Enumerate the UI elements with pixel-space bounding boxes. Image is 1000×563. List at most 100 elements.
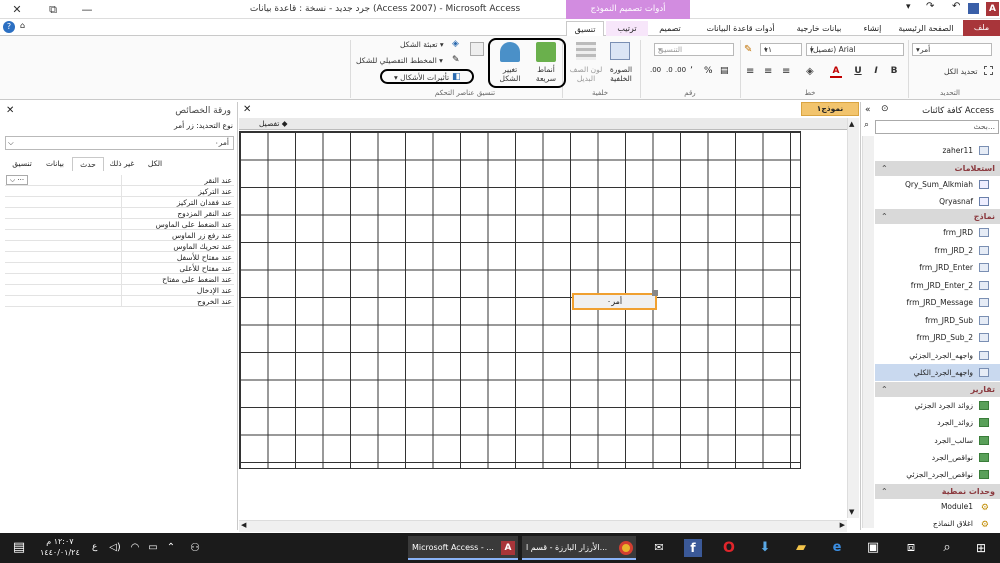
- format-painter-icon[interactable]: ✎: [744, 44, 752, 55]
- facebook-icon[interactable]: f: [684, 539, 702, 557]
- tab-other[interactable]: غير ذلك: [105, 157, 139, 171]
- align-left-icon[interactable]: ≡: [746, 66, 754, 77]
- vertical-scrollbar[interactable]: ▲ ▼: [847, 118, 859, 518]
- number-format-combo[interactable]: التنسيق ▾: [654, 43, 734, 56]
- nav-search-input[interactable]: بحث...: [875, 120, 999, 134]
- tab-all[interactable]: الكل: [140, 157, 170, 171]
- tab-format-props[interactable]: تنسيق: [5, 157, 39, 171]
- property-row[interactable]: ⌵ ··· عند النقر: [5, 175, 234, 186]
- property-row[interactable]: عند الضغط على مفتاح: [5, 274, 234, 285]
- nav-group-forms[interactable]: نماذج ⌃: [875, 209, 1000, 224]
- nav-module-item[interactable]: اغلاق النماذج ⚙: [875, 515, 1000, 532]
- nav-query-item[interactable]: Qryasnaf: [875, 193, 1000, 210]
- alt-row-color-icon[interactable]: [576, 42, 596, 60]
- tab-create[interactable]: إنشاء: [855, 21, 890, 36]
- underline-button[interactable]: U: [852, 66, 864, 76]
- collapse-nav-icon[interactable]: «: [865, 105, 871, 115]
- scroll-left-icon[interactable]: ◀: [241, 521, 246, 529]
- nav-menu-icon[interactable]: ⊙: [881, 104, 889, 114]
- download-icon[interactable]: ⬇: [756, 539, 774, 557]
- bold-button[interactable]: B: [888, 66, 900, 76]
- search-icon[interactable]: ⌕: [864, 120, 869, 130]
- nav-form-item[interactable]: frm_JRD_2: [875, 242, 1000, 259]
- clock[interactable]: ١٢:٠٧ م ١٤٤٠/٠١/٢٤: [40, 536, 80, 558]
- nav-report-item[interactable]: نواقص_الجرد_الجزئي: [875, 466, 1000, 483]
- nav-report-item[interactable]: سالب_الجرد: [875, 432, 1000, 449]
- wifi-icon[interactable]: ◠: [126, 539, 144, 557]
- nav-form-item-selected[interactable]: واجهه_الجرد_الكلي: [875, 364, 1000, 381]
- battery-icon[interactable]: ▭: [144, 539, 162, 557]
- save-icon[interactable]: [968, 3, 979, 14]
- percent-button[interactable]: %: [704, 66, 713, 76]
- alt-row-color-button[interactable]: لون الصف البديل: [566, 65, 606, 83]
- mail-icon[interactable]: ✉: [650, 539, 668, 557]
- fill-color-icon[interactable]: ◈: [806, 66, 814, 77]
- restore-window-button[interactable]: ⧉: [38, 0, 68, 19]
- object-combo[interactable]: أمر٠ ▾: [912, 43, 992, 56]
- nav-query-item[interactable]: Qry_Sum_Alkmiah: [875, 176, 1000, 193]
- property-row[interactable]: عند مفتاح للأسفل: [5, 252, 234, 263]
- notifications-icon[interactable]: ▤: [10, 539, 28, 557]
- currency-icon[interactable]: ▤: [720, 66, 729, 76]
- decrease-decimal-icon[interactable]: .00: [650, 66, 661, 74]
- close-document-icon[interactable]: ✕: [243, 104, 251, 115]
- start-icon[interactable]: ⊞: [972, 539, 990, 557]
- scroll-down-icon[interactable]: ▼: [849, 508, 854, 516]
- tab-design[interactable]: تصميم: [650, 21, 690, 36]
- property-row[interactable]: عند تحريك الماوس: [5, 241, 234, 252]
- font-color-button[interactable]: A: [830, 66, 842, 78]
- move-handle[interactable]: [652, 290, 658, 296]
- property-row[interactable]: عند مفتاح للأعلى: [5, 263, 234, 274]
- edge-icon[interactable]: e: [828, 539, 846, 557]
- scroll-up-icon[interactable]: ▲: [849, 120, 854, 128]
- close-window-button[interactable]: ✕: [2, 0, 32, 19]
- nav-form-item[interactable]: frm_JRD_Sub: [875, 312, 1000, 329]
- align-center-icon[interactable]: ≡: [764, 66, 772, 77]
- horizontal-scrollbar[interactable]: ◀ ▶: [239, 520, 847, 532]
- property-row[interactable]: عند الخروج: [5, 296, 234, 307]
- nav-group-reports[interactable]: تقارير ⌃: [875, 382, 1000, 397]
- nav-group-queries[interactable]: استعلامات ⌃: [875, 161, 1000, 176]
- nav-report-item[interactable]: نواقص_الجرد: [875, 449, 1000, 466]
- collapse-ribbon-icon[interactable]: ⌂: [20, 21, 25, 30]
- nav-form-item[interactable]: frm_JRD_Enter_2: [875, 277, 1000, 294]
- shape-fill-button[interactable]: تعبئة الشكل ▾: [400, 40, 444, 49]
- shape-outline-button[interactable]: المخطط التفصيلي للشكل ▾: [356, 56, 443, 65]
- nav-report-item[interactable]: زوائد_الجرد: [875, 414, 1000, 431]
- tab-arrange[interactable]: ترتيب: [606, 21, 648, 36]
- minimize-window-button[interactable]: —: [72, 0, 102, 19]
- command-button-control[interactable]: أمر٠: [572, 293, 657, 310]
- undo-icon[interactable]: ↶: [952, 1, 960, 12]
- increase-decimal-icon[interactable]: .0 .00: [666, 66, 686, 74]
- select-all-button[interactable]: تحديد الكل: [944, 67, 977, 76]
- property-row[interactable]: عند رفع زر الماوس: [5, 230, 234, 241]
- comma-button[interactable]: ٬: [690, 66, 693, 76]
- customize-toolbar-icon[interactable]: ▾: [906, 2, 911, 12]
- section-bar[interactable]: تفصيل ◆: [239, 118, 847, 130]
- selected-object-combo[interactable]: أمر٠ ⌵: [5, 136, 234, 150]
- nav-scrollbar[interactable]: [862, 136, 874, 528]
- volume-icon[interactable]: ◁): [106, 539, 124, 557]
- tab-home[interactable]: الصفحة الرئيسية: [893, 21, 959, 36]
- nav-form-item[interactable]: frm_JRD: [875, 224, 1000, 241]
- font-size-combo[interactable]: ١١ ▾: [760, 43, 802, 56]
- builder-button[interactable]: ⌵ ···: [6, 175, 28, 185]
- help-icon[interactable]: ?: [3, 21, 15, 33]
- file-explorer-icon[interactable]: ▰: [792, 539, 810, 557]
- italic-button[interactable]: I: [870, 66, 882, 76]
- scroll-right-icon[interactable]: ▶: [840, 521, 845, 529]
- tab-database-tools[interactable]: أدوات قاعدة البيانات: [698, 21, 783, 36]
- background-image-button[interactable]: الصورة الخلفية: [606, 65, 636, 83]
- conditional-format-icon[interactable]: [470, 42, 484, 56]
- background-image-icon[interactable]: [610, 42, 630, 60]
- language-indicator[interactable]: ع: [92, 542, 97, 552]
- document-tab[interactable]: نموذج١: [801, 102, 859, 116]
- nav-report-item[interactable]: زوائد الجرد الجزئي: [875, 397, 1000, 414]
- tab-data[interactable]: بيانات: [40, 157, 70, 171]
- nav-form-item[interactable]: واجهه_الجرد_الجزئي: [875, 347, 1000, 364]
- tab-external-data[interactable]: بيانات خارجية: [785, 21, 853, 36]
- task-view-icon[interactable]: ⧈: [902, 539, 920, 557]
- taskbar-app-access[interactable]: Microsoft Access - ... A: [408, 536, 518, 560]
- nav-form-item[interactable]: frm_JRD_Sub_2: [875, 329, 1000, 346]
- show-hidden-icons-icon[interactable]: ⌃: [162, 539, 180, 557]
